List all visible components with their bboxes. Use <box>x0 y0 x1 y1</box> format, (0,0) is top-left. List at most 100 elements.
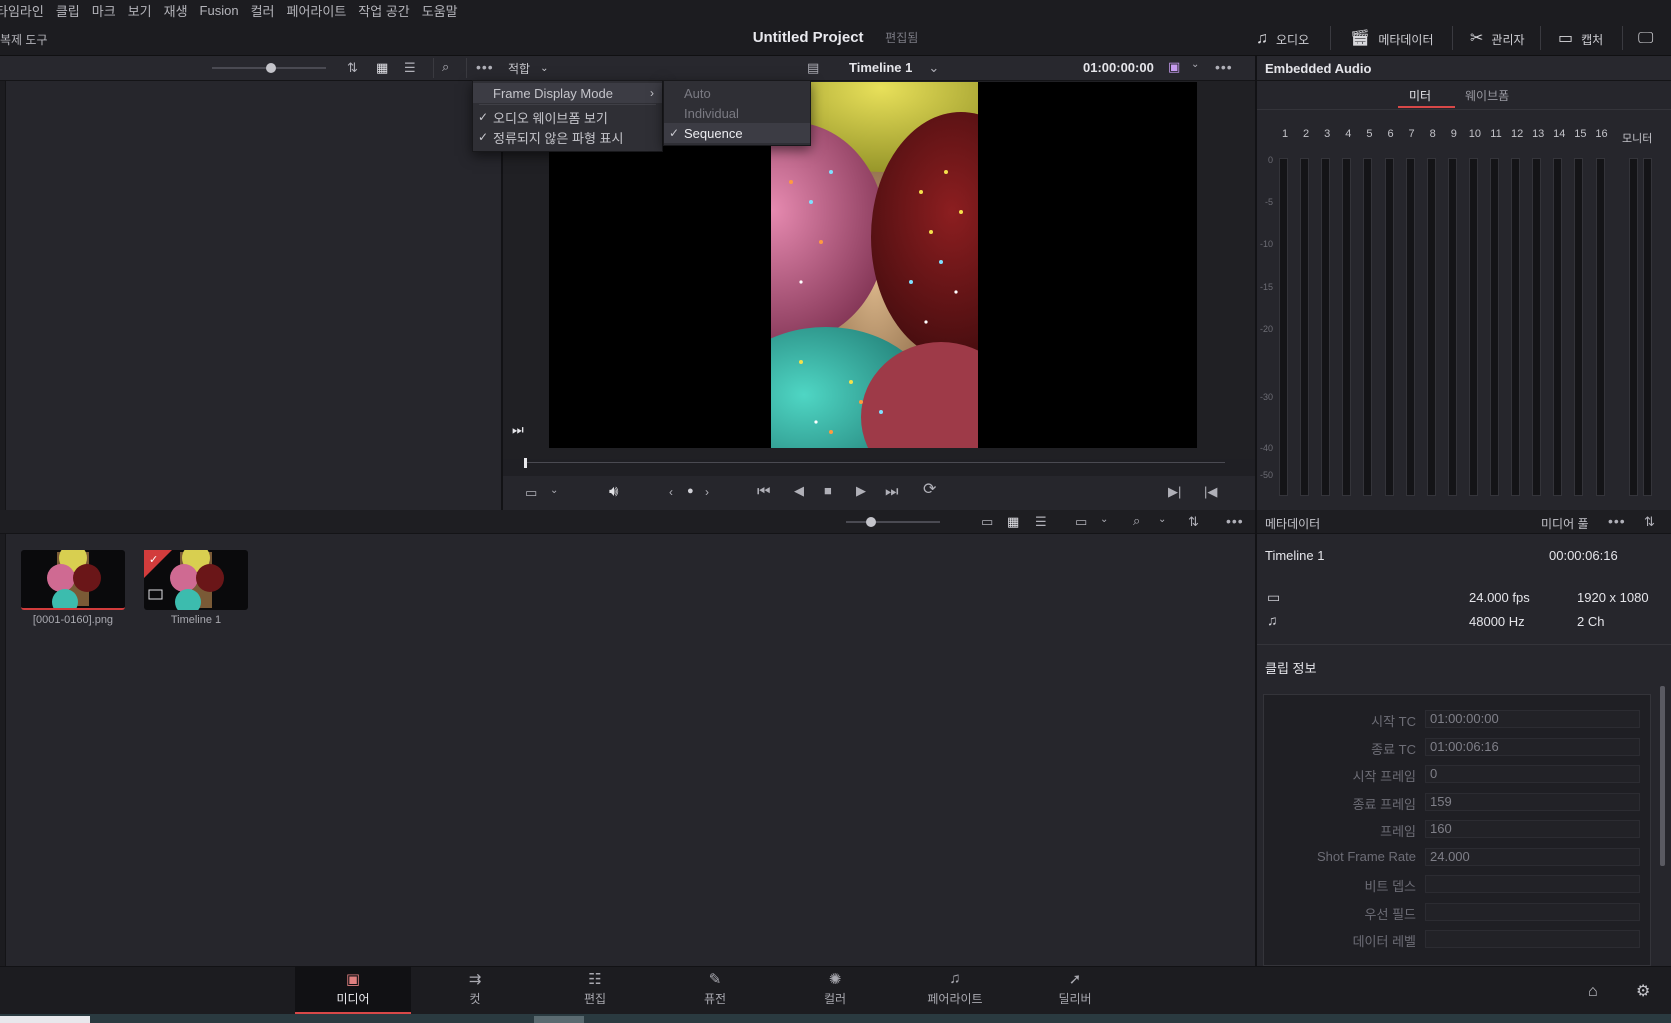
playhead[interactable] <box>524 458 527 468</box>
mark-out-icon[interactable]: |◀ <box>1204 485 1217 498</box>
capture-toggle-button[interactable]: ▭ 캡처 <box>1558 26 1603 52</box>
metadata-toggle-button[interactable]: 🎬︎ 메타데이터 <box>1350 26 1434 52</box>
submenu-item-sequence[interactable]: ✓ Sequence <box>664 123 810 143</box>
page-tab-label: 편집 <box>583 992 607 1006</box>
metadata-field-value[interactable]: 160 <box>1425 820 1640 838</box>
menu-color[interactable]: 컬러 <box>245 1 281 20</box>
speaker-icon[interactable]: 🔊︎ <box>609 484 618 499</box>
menu-view[interactable]: 보기 <box>122 1 158 20</box>
list-view-icon[interactable]: ☰ <box>404 61 416 74</box>
taskbar-indicator <box>534 1016 584 1023</box>
sort-icon[interactable]: ⇅ <box>1188 515 1199 528</box>
show-unaligned-waveform-item[interactable]: ✓ 정류되지 않은 파형 표시 <box>473 127 662 147</box>
jog-right-icon[interactable]: › <box>705 486 709 498</box>
inspector-toggle-button[interactable]: ✂ 관리자 <box>1470 26 1525 52</box>
menu-fairlight[interactable]: 페어라이트 <box>280 1 352 20</box>
meter-channel-label: 16 <box>1595 128 1608 140</box>
page-tab-fairlight[interactable]: ♫ 페어라이트 <box>897 962 1013 1010</box>
metadata-field-value[interactable]: 0 <box>1425 765 1640 783</box>
loop-icon[interactable]: ⟳ <box>923 482 936 498</box>
timeline-thumbnail-image: ✓ <box>144 544 224 615</box>
viewer-mode-icon[interactable]: ▭ <box>525 486 537 499</box>
grid-view-icon[interactable]: ▦ <box>376 61 388 74</box>
clone-tool-button[interactable]: 복제 도구 <box>0 31 48 48</box>
meter-db-label: -10 <box>1259 239 1273 249</box>
zoom-dropdown[interactable]: 적합 ⌄ <box>508 58 566 78</box>
menu-workspace[interactable]: 작업 공간 <box>352 1 415 20</box>
slider-handle[interactable] <box>266 63 276 73</box>
page-tab-cut[interactable]: ⇉ 컷 <box>417 962 533 1010</box>
go-to-end-icon[interactable]: ⏭ <box>885 484 899 499</box>
metadata-field-label: 시작 프레임 <box>1352 769 1416 784</box>
tab-waveform[interactable]: 웨이브폼 <box>1465 87 1509 104</box>
search-icon[interactable]: ⌕ <box>442 60 449 73</box>
metadata-view-icon[interactable]: ▭ <box>1075 515 1087 528</box>
metadata-duration: 00:00:06:16 <box>1549 548 1618 563</box>
metadata-field-value[interactable]: 159 <box>1425 792 1640 811</box>
mark-in-icon[interactable]: ▶| <box>1168 485 1181 498</box>
chevron-down-icon[interactable]: ⌄ <box>1100 515 1108 525</box>
menu-mark[interactable]: 마크 <box>86 1 122 20</box>
metadata-field-value[interactable]: 24.000 <box>1425 847 1640 866</box>
metadata-field-value[interactable] <box>1425 902 1640 921</box>
sort-icon[interactable]: ⇅ <box>1644 515 1655 528</box>
scrubber-track[interactable] <box>525 462 1225 463</box>
list-view-icon[interactable]: ☰ <box>1035 515 1047 528</box>
more-options-icon[interactable]: ••• <box>1608 514 1626 528</box>
metadata-field-value[interactable] <box>1425 930 1640 948</box>
home-icon[interactable]: ⌂ <box>1588 984 1598 1000</box>
submenu-sequence-label: Sequence <box>684 125 743 141</box>
sort-icon[interactable]: ⇅ <box>347 61 358 74</box>
menu-timeline[interactable]: 타임라인 <box>0 1 50 20</box>
menu-bar: 타임라인 클립 마크 보기 재생 Fusion 컬러 페어라이트 작업 공간 도… <box>0 0 1671 20</box>
jog-dot-icon[interactable]: ● <box>687 486 694 497</box>
settings-gear-icon[interactable]: ⚙ <box>1636 984 1650 1000</box>
metadata-field-value[interactable] <box>1425 875 1640 893</box>
clip-thumbnail[interactable] <box>21 544 125 615</box>
page-tab-fusion[interactable]: ✎ 퓨전 <box>657 962 773 1010</box>
strip-view-icon[interactable]: ▭ <box>981 515 993 528</box>
media-pool-selector[interactable]: 미디어 풀 <box>1541 515 1589 532</box>
tab-meters[interactable]: 미터 <box>1409 87 1431 104</box>
metadata-field-value[interactable]: 01:00:00:00 <box>1425 710 1640 728</box>
page-tab-edit[interactable]: ☷ 편집 <box>537 962 653 1010</box>
stop-icon[interactable]: ■ <box>824 484 832 497</box>
play-reverse-icon[interactable]: ◀ <box>794 484 804 497</box>
menu-help[interactable]: 도움말 <box>416 1 464 20</box>
more-options-icon[interactable]: ••• <box>476 60 494 74</box>
checkmark-icon: ✓ <box>668 126 680 140</box>
viewer-timecode[interactable]: 01:00:00:00 <box>1083 60 1154 75</box>
metadata-field-value[interactable]: 01:00:06:16 <box>1425 737 1640 756</box>
page-tab-deliver[interactable]: ➚ 딜리버 <box>1017 962 1133 1010</box>
timeline-selector[interactable]: Timeline 1 ⌄ <box>849 60 949 76</box>
more-options-icon[interactable]: ••• <box>1226 514 1244 528</box>
menu-fusion[interactable]: Fusion <box>194 3 245 18</box>
page-tab-media[interactable]: ▣ 미디어 <box>295 962 411 1010</box>
media-pool-zoom-slider[interactable] <box>846 521 940 523</box>
chevron-down-icon[interactable]: ⌄ <box>1158 515 1166 525</box>
bypass-icon[interactable]: ▣ <box>1168 60 1180 73</box>
search-icon[interactable]: ⌕ <box>1133 514 1140 527</box>
audio-toggle-button[interactable]: ♫ 오디오 <box>1256 26 1309 52</box>
submenu-item-auto[interactable]: Auto <box>664 83 810 103</box>
chevron-down-icon[interactable]: ⌄ <box>1191 60 1199 70</box>
timeline-thumbnail[interactable]: ✓ <box>144 544 248 615</box>
frame-display-mode-item[interactable]: Frame Display Mode › <box>473 83 662 103</box>
fullscreen-button[interactable]: 🖵 <box>1638 26 1653 52</box>
metadata-scrollbar[interactable] <box>1660 686 1665 866</box>
play-icon[interactable]: ▶ <box>856 484 866 497</box>
chevron-down-icon[interactable]: ⌄ <box>550 486 558 496</box>
meter-channel-label: 11 <box>1490 128 1502 140</box>
play-from-start-icon[interactable]: ⏭ <box>512 422 524 438</box>
menu-clip[interactable]: 클립 <box>50 1 86 20</box>
meter-channel-label: 8 <box>1429 128 1436 140</box>
menu-playback[interactable]: 재생 <box>158 1 194 20</box>
page-tab-color[interactable]: ✺ 컬러 <box>777 962 893 1010</box>
jog-left-icon[interactable]: ‹ <box>669 486 673 498</box>
more-options-icon[interactable]: ••• <box>1215 60 1233 74</box>
slider-handle[interactable] <box>866 517 876 527</box>
submenu-item-individual[interactable]: Individual <box>664 103 810 123</box>
go-to-start-icon[interactable]: ⏮ <box>757 484 771 499</box>
show-audio-waveform-item[interactable]: ✓ 오디오 웨이브폼 보기 <box>473 107 662 127</box>
grid-view-icon[interactable]: ▦ <box>1007 515 1019 528</box>
